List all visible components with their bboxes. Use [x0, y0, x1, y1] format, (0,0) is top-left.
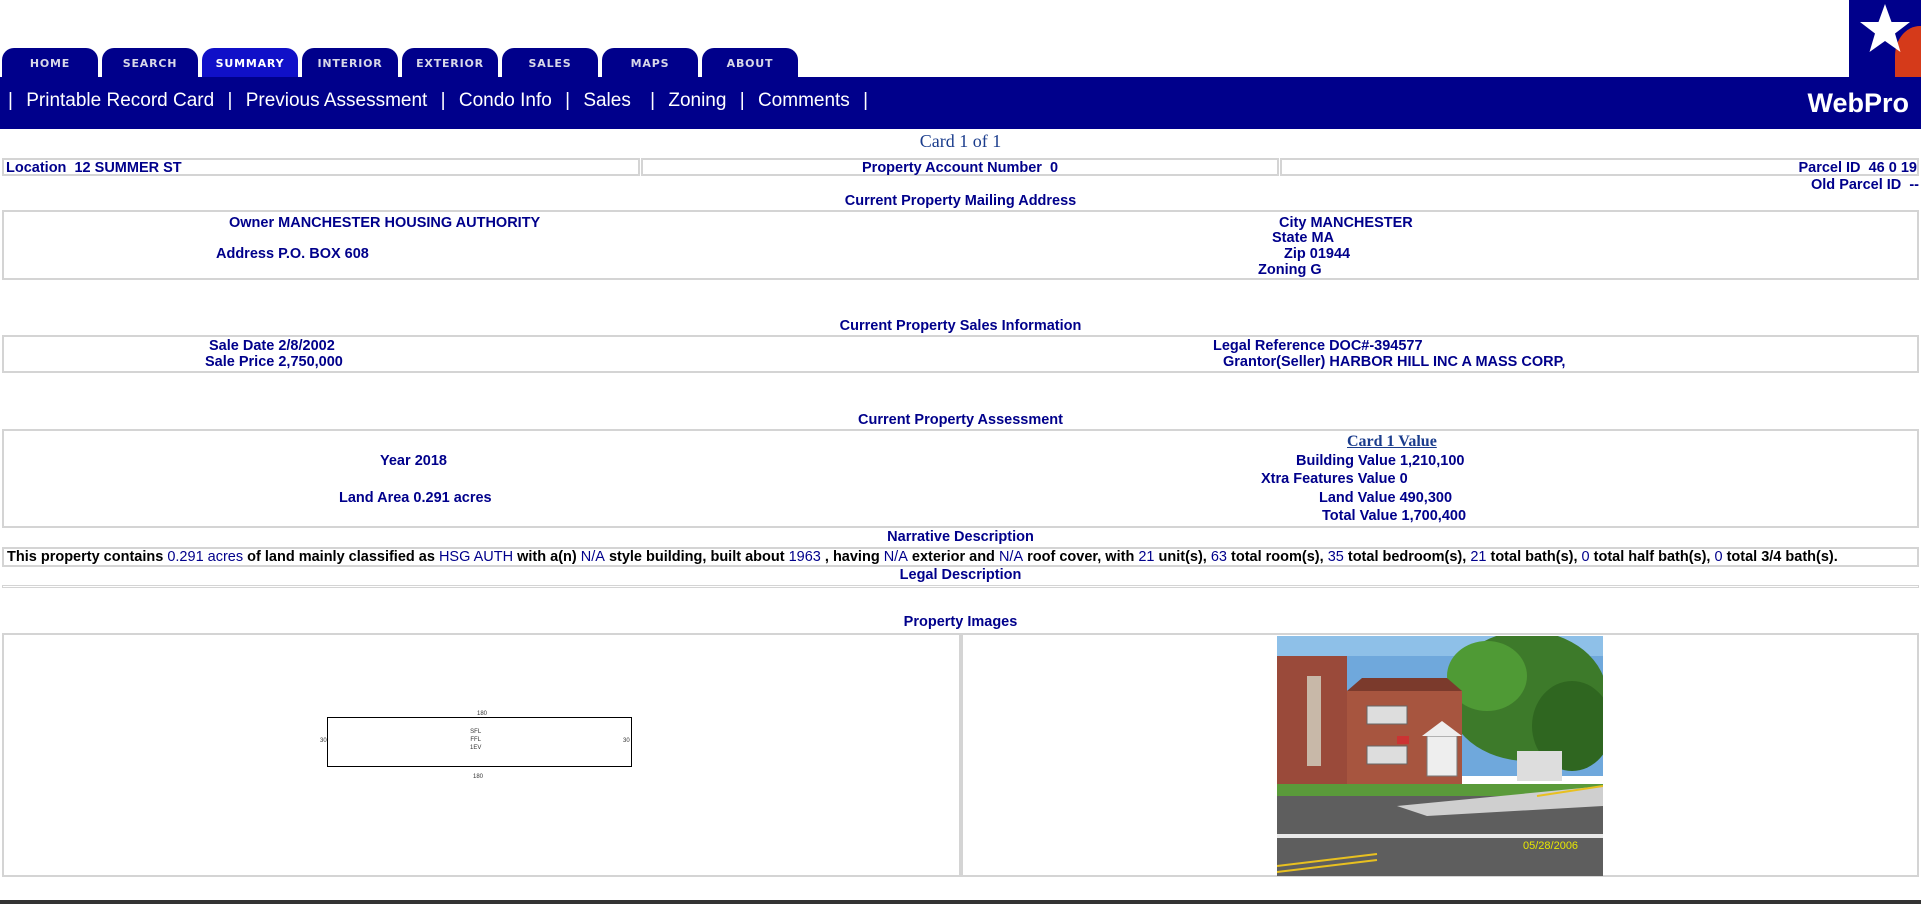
parcel-id-cell: Parcel ID 46 0 19 — [1280, 158, 1919, 176]
city-row: City MANCHESTER — [1279, 215, 1413, 231]
narr-rooms: 63 — [1210, 549, 1227, 565]
mailing-section-title: Current Property Mailing Address — [844, 193, 1077, 209]
sales-info-box: Sale Date 2/8/2002 Sale Price 2,750,000 … — [2, 335, 1919, 373]
total-value-row: Total Value 1,700,400 — [1322, 508, 1467, 524]
previous-assessment-link[interactable]: Previous Assessment — [246, 90, 428, 111]
star-logo-icon — [1849, 0, 1921, 77]
card-value-title: Card 1 Value — [1347, 433, 1437, 450]
sales-section-title: Current Property Sales Information — [839, 318, 1082, 334]
zoning-link[interactable]: Zoning — [668, 90, 726, 111]
tab-summary[interactable]: SUMMARY — [202, 48, 298, 77]
property-photo[interactable]: 05/28/2006 — [1277, 636, 1603, 876]
sale-price-row: Sale Price 2,750,000 — [205, 354, 343, 370]
tab-home[interactable]: HOME — [2, 48, 98, 77]
land-area-row: Land Area 0.291 acres — [339, 490, 492, 506]
bottom-border — [0, 900, 1921, 904]
assessment-box: Year 2018 Land Area 0.291 acres Card 1 V… — [2, 429, 1919, 528]
sales-link[interactable]: Sales — [583, 90, 631, 111]
building-sketch-cell: SFL FFL 1EV 180 180 30 30 — [2, 633, 961, 877]
tab-sales[interactable]: SALES — [502, 48, 598, 77]
assessment-section-title: Current Property Assessment — [858, 412, 1063, 428]
location-value: 12 SUMMER ST — [74, 160, 182, 176]
parcel-value: 46 0 19 — [1868, 160, 1917, 176]
account-number-cell: Property Account Number 0 — [641, 158, 1279, 176]
sketch-left-dimension: 30 — [320, 738, 327, 744]
owner-row: Owner MANCHESTER HOUSING AUTHORITY — [229, 215, 541, 231]
legal-description-box — [2, 585, 1919, 588]
tab-maps[interactable]: MAPS — [602, 48, 698, 77]
location-label: Location — [6, 160, 67, 176]
parcel-label: Parcel ID — [1798, 160, 1861, 176]
grantor-row: Grantor(Seller) HARBOR HILL INC A MASS C… — [1223, 354, 1566, 370]
narr-style: N/A — [580, 549, 605, 565]
narr-class: HSG AUTH — [438, 549, 514, 565]
narrative-section-title: Narrative Description — [887, 529, 1034, 545]
property-photo-cell: 05/28/2006 — [961, 633, 1919, 877]
tab-interior[interactable]: INTERIOR — [302, 48, 398, 77]
legal-reference-row: Legal Reference DOC#-394577 — [1213, 338, 1423, 354]
old-parcel-id: Old Parcel ID -- — [1811, 177, 1919, 193]
state-row: State MA — [1272, 230, 1335, 246]
sketch-right-dimension: 30 — [623, 738, 630, 744]
menu-bar: | Printable Record Card | Previous Asses… — [0, 77, 1921, 129]
account-label: Property Account Number — [862, 160, 1042, 176]
images-section-title: Property Images — [903, 614, 1018, 630]
narr-units: 21 — [1138, 549, 1155, 565]
legal-section-title: Legal Description — [899, 567, 1022, 583]
building-sketch[interactable]: SFL FFL 1EV — [327, 717, 632, 767]
printable-record-card-link[interactable]: Printable Record Card — [26, 90, 214, 111]
location-cell: Location 12 SUMMER ST — [2, 158, 640, 176]
mailing-address-box: Owner MANCHESTER HOUSING AUTHORITY Addre… — [2, 210, 1919, 280]
card-title: Card 1 of 1 — [919, 131, 1002, 151]
narr-baths: 21 — [1470, 549, 1487, 565]
photo-date-stamp: 05/28/2006 — [1523, 840, 1579, 852]
land-value-row: Land Value 490,300 — [1319, 490, 1453, 506]
narr-roof: N/A — [998, 549, 1024, 565]
zoning-row: Zoning G — [1258, 262, 1322, 278]
narr-three-quarter-baths: 0 — [1714, 549, 1723, 565]
condo-info-link[interactable]: Condo Info — [459, 90, 552, 111]
tab-about[interactable]: ABOUT — [702, 48, 798, 77]
brand-name: WebPro — [1807, 88, 1909, 118]
xtra-features-row: Xtra Features Value 0 — [1261, 471, 1408, 487]
comments-link[interactable]: Comments — [758, 90, 850, 111]
narr-acres: 0.291 acres — [167, 549, 244, 565]
narr-exterior: N/A — [883, 549, 908, 565]
tab-search[interactable]: SEARCH — [102, 48, 198, 77]
narr-half-baths: 0 — [1581, 549, 1590, 565]
sketch-top-dimension: 180 — [477, 711, 488, 717]
sketch-bottom-dimension: 180 — [473, 774, 484, 780]
account-value: 0 — [1050, 160, 1059, 176]
zip-row: Zip 01944 — [1284, 246, 1351, 262]
building-value-row: Building Value 1,210,100 — [1296, 453, 1465, 469]
address-row: Address P.O. BOX 608 — [216, 246, 369, 262]
narr-bedrooms: 35 — [1327, 549, 1344, 565]
tab-exterior[interactable]: EXTERIOR — [402, 48, 498, 77]
year-row: Year 2018 — [380, 453, 447, 469]
sale-date-row: Sale Date 2/8/2002 — [209, 338, 335, 354]
narr-year-built: 1963 — [788, 549, 821, 565]
narrative-description: This property contains 0.291 acres of la… — [2, 547, 1919, 567]
